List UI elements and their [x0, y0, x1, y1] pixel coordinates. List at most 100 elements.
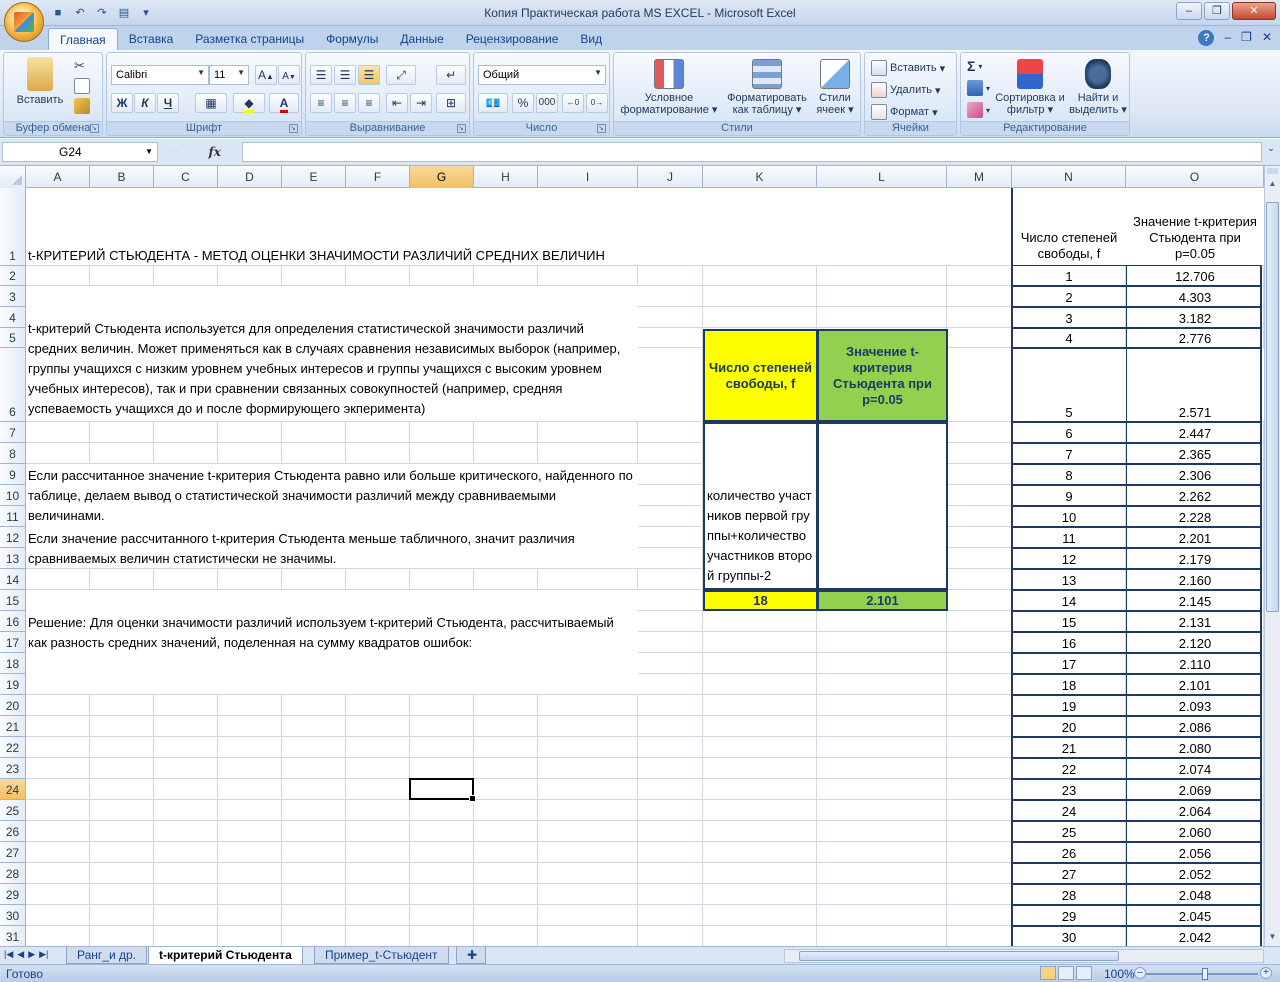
- dialog-launcher-icon[interactable]: ↘: [90, 124, 99, 133]
- select-all-button[interactable]: [0, 166, 26, 188]
- shrink-font-button[interactable]: A▼: [278, 65, 300, 85]
- row-header[interactable]: 17: [0, 632, 26, 653]
- font-color-button[interactable]: A: [269, 93, 299, 113]
- sheet-tab[interactable]: Ранг_и др.: [66, 947, 148, 964]
- percent-button[interactable]: %: [512, 93, 534, 113]
- vertical-scrollbar[interactable]: ▲ ▼: [1264, 166, 1280, 946]
- zoom-level[interactable]: 100%: [1104, 967, 1135, 981]
- zoom-in-icon[interactable]: +: [1260, 967, 1272, 979]
- page-layout-view-icon[interactable]: [1058, 966, 1074, 980]
- align-center-button[interactable]: ≡: [334, 93, 356, 113]
- align-left-button[interactable]: ≡: [310, 93, 332, 113]
- formula-input[interactable]: [242, 142, 1262, 162]
- row-header[interactable]: 21: [0, 716, 26, 737]
- column-header[interactable]: D: [218, 166, 282, 188]
- format-as-table-button[interactable]: Форматировать как таблицу ▾: [722, 59, 812, 116]
- decrease-indent-button[interactable]: ⇤: [386, 93, 408, 113]
- find-select-button[interactable]: Найти и выделить ▾: [1067, 59, 1129, 116]
- row-header[interactable]: 6: [0, 348, 26, 422]
- thousands-button[interactable]: 000: [536, 93, 558, 113]
- row-header[interactable]: 4: [0, 307, 26, 328]
- row-header[interactable]: 25: [0, 800, 26, 821]
- increase-decimal-button[interactable]: ←0: [562, 93, 584, 113]
- cell-styles-button[interactable]: Стили ячеек ▾: [812, 59, 858, 116]
- tab-insert[interactable]: Вставка: [118, 28, 185, 50]
- delete-cells-button[interactable]: Удалить ▾: [871, 81, 941, 99]
- orientation-button[interactable]: ⤢: [386, 65, 416, 85]
- help-icon[interactable]: ?: [1198, 30, 1215, 46]
- row-header[interactable]: 22: [0, 737, 26, 758]
- fill-button[interactable]: ▾: [967, 79, 990, 97]
- currency-button[interactable]: 💶: [478, 93, 508, 113]
- tab-home[interactable]: Главная: [48, 28, 118, 50]
- cut-button[interactable]: ✂: [74, 57, 90, 75]
- zoom-slider[interactable]: [1146, 968, 1258, 980]
- dialog-launcher-icon[interactable]: ↘: [597, 124, 606, 133]
- autosum-button[interactable]: Σ ▾: [967, 57, 982, 75]
- row-header[interactable]: 7: [0, 422, 26, 443]
- zoom-out-icon[interactable]: –: [1134, 967, 1146, 979]
- increase-indent-button[interactable]: ⇥: [410, 93, 432, 113]
- row-header[interactable]: 13: [0, 548, 26, 569]
- column-header[interactable]: I: [538, 166, 638, 188]
- restore-button[interactable]: ❐: [1204, 2, 1230, 20]
- row-header[interactable]: 1: [0, 188, 26, 266]
- row-header[interactable]: 8: [0, 443, 26, 464]
- prev-sheet-icon[interactable]: ◀: [17, 949, 24, 960]
- bold-button[interactable]: Ж: [111, 93, 133, 113]
- normal-view-icon[interactable]: [1040, 966, 1056, 980]
- borders-button[interactable]: ▦: [195, 93, 227, 113]
- dialog-launcher-icon[interactable]: ↘: [289, 124, 298, 133]
- expand-formula-bar-icon[interactable]: ⌄: [1264, 143, 1278, 161]
- tab-view[interactable]: Вид: [569, 28, 613, 50]
- row-header[interactable]: 24: [0, 779, 26, 800]
- column-header[interactable]: H: [474, 166, 538, 188]
- next-sheet-icon[interactable]: ▶: [28, 949, 35, 960]
- number-format-combo[interactable]: Общий ▼: [478, 65, 606, 85]
- format-painter-button[interactable]: [74, 97, 90, 115]
- align-right-button[interactable]: ≡: [358, 93, 380, 113]
- active-cell-selection[interactable]: [409, 778, 476, 802]
- fill-color-button[interactable]: ◆: [233, 93, 265, 113]
- row-header[interactable]: 20: [0, 695, 26, 716]
- row-header[interactable]: 2: [0, 266, 26, 286]
- row-header[interactable]: 19: [0, 674, 26, 695]
- last-sheet-icon[interactable]: ▶|: [39, 949, 48, 960]
- merge-center-button[interactable]: ⊞: [436, 93, 466, 113]
- font-name-combo[interactable]: Calibri ▼: [111, 65, 209, 85]
- scroll-thumb[interactable]: [1266, 202, 1279, 612]
- row-header[interactable]: 3: [0, 286, 26, 307]
- column-header[interactable]: G: [410, 166, 474, 188]
- scroll-down-icon[interactable]: ▼: [1266, 929, 1279, 944]
- column-header[interactable]: F: [346, 166, 410, 188]
- tab-formulas[interactable]: Формулы: [315, 28, 389, 50]
- align-bottom-button[interactable]: ☰: [358, 65, 380, 85]
- page-break-view-icon[interactable]: [1076, 966, 1092, 980]
- office-button[interactable]: [4, 2, 44, 42]
- align-middle-button[interactable]: ☰: [334, 65, 356, 85]
- dialog-launcher-icon[interactable]: ↘: [457, 124, 466, 133]
- sheet-tab[interactable]: Пример_t-Стьюдент: [314, 947, 449, 964]
- decrease-decimal-button[interactable]: 0→: [586, 93, 608, 113]
- copy-button[interactable]: [74, 77, 90, 95]
- row-header[interactable]: 14: [0, 569, 26, 590]
- ribbon-restore-icon[interactable]: ❐: [1241, 30, 1252, 46]
- ribbon-minimize-icon[interactable]: –: [1224, 30, 1231, 46]
- sort-filter-button[interactable]: Сортировка и фильтр ▾: [995, 59, 1065, 116]
- close-button[interactable]: ✕: [1232, 2, 1276, 20]
- row-header[interactable]: 12: [0, 527, 26, 548]
- row-header[interactable]: 29: [0, 884, 26, 905]
- split-handle[interactable]: [1267, 168, 1278, 174]
- row-header[interactable]: 15: [0, 590, 26, 611]
- column-header[interactable]: L: [817, 166, 947, 188]
- row-header[interactable]: 5: [0, 328, 26, 348]
- italic-button[interactable]: К: [134, 93, 156, 113]
- column-header[interactable]: A: [26, 166, 90, 188]
- column-header[interactable]: N: [1012, 166, 1126, 188]
- row-header[interactable]: 26: [0, 821, 26, 842]
- paste-button[interactable]: Вставить: [10, 57, 70, 106]
- clear-button[interactable]: ▾: [967, 101, 990, 119]
- row-header[interactable]: 18: [0, 653, 26, 674]
- insert-cells-button[interactable]: Вставить ▾: [871, 59, 945, 77]
- column-header[interactable]: E: [282, 166, 346, 188]
